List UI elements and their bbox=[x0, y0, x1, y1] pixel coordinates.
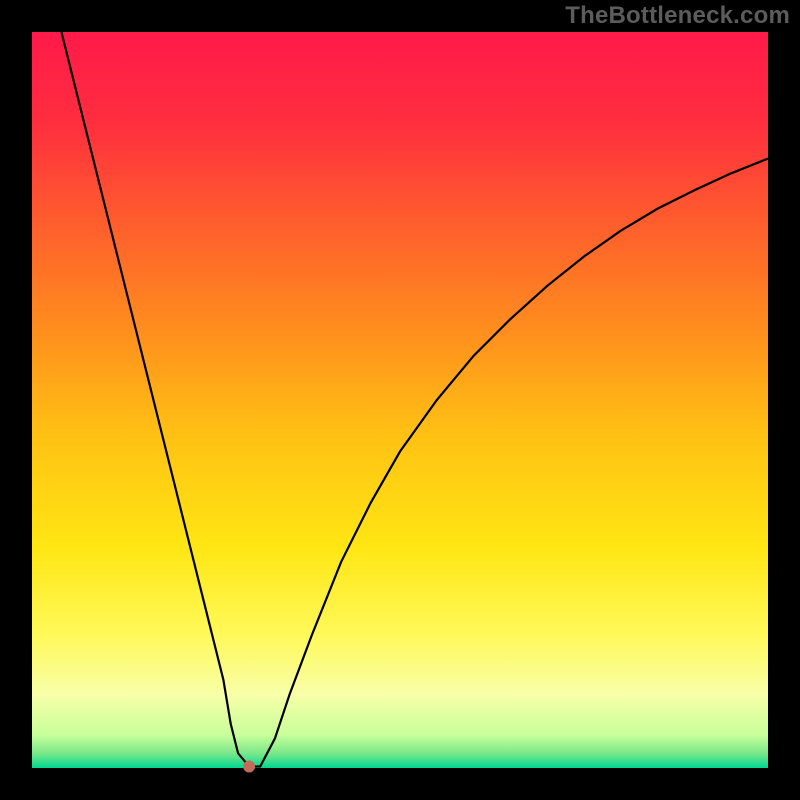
optimal-point-marker bbox=[243, 761, 255, 773]
chart-frame: { "watermark": "TheBottleneck.com", "cha… bbox=[0, 0, 800, 800]
bottleneck-chart bbox=[0, 0, 800, 800]
plot-background bbox=[32, 32, 768, 768]
watermark-text: TheBottleneck.com bbox=[565, 2, 790, 30]
